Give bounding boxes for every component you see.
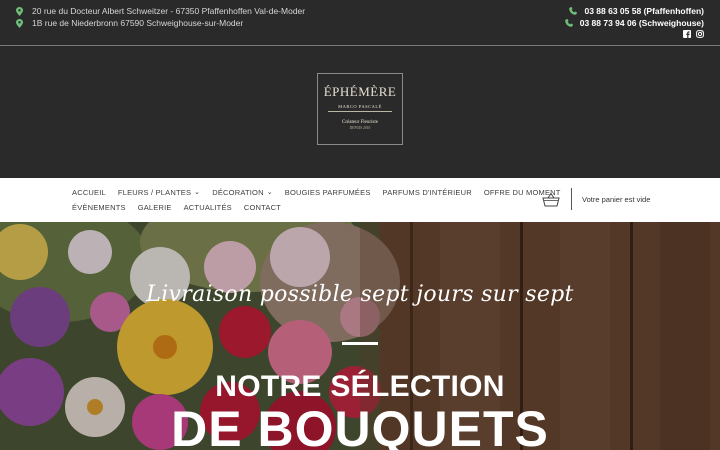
nav-item-label: ACCUEIL	[72, 188, 106, 197]
main-navigation: ACCUEIL FLEURS / PLANTES ⌄ DÉCORATION ⌄ BO…	[0, 178, 720, 222]
nav-item-bougies-parfumees[interactable]: BOUGIES PARFUMÉES	[285, 188, 371, 197]
phone-pfaffenhoffen-link[interactable]: 03 88 63 05 58 (Pfaffenhoffen)	[569, 6, 704, 16]
nav-item-actualites[interactable]: ACTUALITÉS	[184, 203, 232, 212]
hero-title-line1: NOTRE SÉLECTION	[215, 370, 505, 403]
top-info-bar: 20 rue du Docteur Albert Schweitzer - 67…	[0, 0, 720, 46]
address-text: 1B rue de Niederbronn 67590 Schweighouse…	[32, 18, 244, 28]
address-pfaffenhoffen: 20 rue du Docteur Albert Schweitzer - 67…	[16, 6, 305, 16]
nav-item-label: DÉCORATION	[212, 188, 264, 197]
logo-owner: MARCO PASCALÉ	[338, 104, 382, 109]
facebook-icon[interactable]	[683, 30, 691, 38]
phone-schweighouse-link[interactable]: 03 88 73 94 06 (Schweighouse)	[564, 18, 704, 28]
nav-item-label: ACTUALITÉS	[183, 203, 232, 212]
nav-item-galerie[interactable]: GALERIE	[138, 203, 172, 212]
map-pin-icon	[16, 6, 23, 16]
chevron-down-icon: ⌄	[194, 189, 201, 196]
map-pin-icon	[16, 18, 23, 28]
nav-item-accueil[interactable]: ACCUEIL	[72, 188, 106, 197]
nav-item-decoration[interactable]: DÉCORATION ⌄	[212, 188, 273, 197]
phone-text: 03 88 63 05 58 (Pfaffenhoffen)	[584, 6, 704, 16]
logo-divider	[328, 111, 392, 112]
nav-item-label: FLEURS / PLANTES	[117, 188, 192, 197]
nav-row-2: ÉVÈNEMENTS GALERIE ACTUALITÉS CONTACT	[72, 200, 492, 215]
logo-brand: ÉPHÉMÈRE	[323, 84, 397, 99]
nav-row-1: ACCUEIL FLEURS / PLANTES ⌄ DÉCORATION ⌄ BO…	[72, 185, 560, 200]
social-links	[683, 30, 704, 38]
nav-item-label: BOUGIES PARFUMÉES	[284, 188, 371, 197]
address-text: 20 rue du Docteur Albert Schweitzer - 67…	[32, 6, 306, 16]
chevron-down-icon: ⌄	[266, 189, 273, 196]
site-logo[interactable]: ÉPHÉMÈRE MARCO PASCALÉ Créateur Fleurist…	[317, 73, 403, 145]
cart-status-link[interactable]: Votre panier est vide	[582, 195, 650, 204]
phone-text: 03 88 73 94 06 (Schweighouse)	[579, 18, 704, 28]
logo-band: ÉPHÉMÈRE MARCO PASCALÉ Créateur Fleurist…	[0, 47, 720, 178]
hero-title-line2: DE BOUQUETS	[171, 401, 549, 450]
nav-menu: ACCUEIL FLEURS / PLANTES ⌄ DÉCORATION ⌄ BO…	[72, 185, 560, 215]
nav-item-evenements[interactable]: ÉVÈNEMENTS	[72, 203, 126, 212]
phone-icon	[569, 7, 578, 15]
cart-divider	[571, 188, 572, 210]
nav-item-contact[interactable]: CONTACT	[244, 203, 281, 212]
logo-since: DEPUIS 2010	[349, 126, 371, 130]
instagram-icon[interactable]	[696, 30, 704, 38]
nav-item-parfums-interieur[interactable]: PARFUMS D'INTÉRIEUR	[383, 188, 472, 197]
nav-item-label: PARFUMS D'INTÉRIEUR	[382, 188, 472, 197]
hero-divider	[342, 342, 378, 345]
basket-icon[interactable]	[542, 192, 560, 207]
logo-role: Créateur Fleuriste	[342, 120, 378, 125]
phone-icon	[564, 19, 573, 27]
nav-item-label: ÉVÈNEMENTS	[72, 203, 126, 212]
address-schweighouse: 1B rue de Niederbronn 67590 Schweighouse…	[16, 18, 243, 28]
nav-item-fleurs-plantes[interactable]: FLEURS / PLANTES ⌄	[118, 188, 200, 197]
nav-item-label: GALERIE	[137, 203, 172, 212]
hero-tagline: Livraison possible sept jours sur sept	[146, 282, 574, 307]
nav-item-label: CONTACT	[243, 203, 281, 212]
hero-banner: Livraison possible sept jours sur sept N…	[0, 222, 720, 450]
